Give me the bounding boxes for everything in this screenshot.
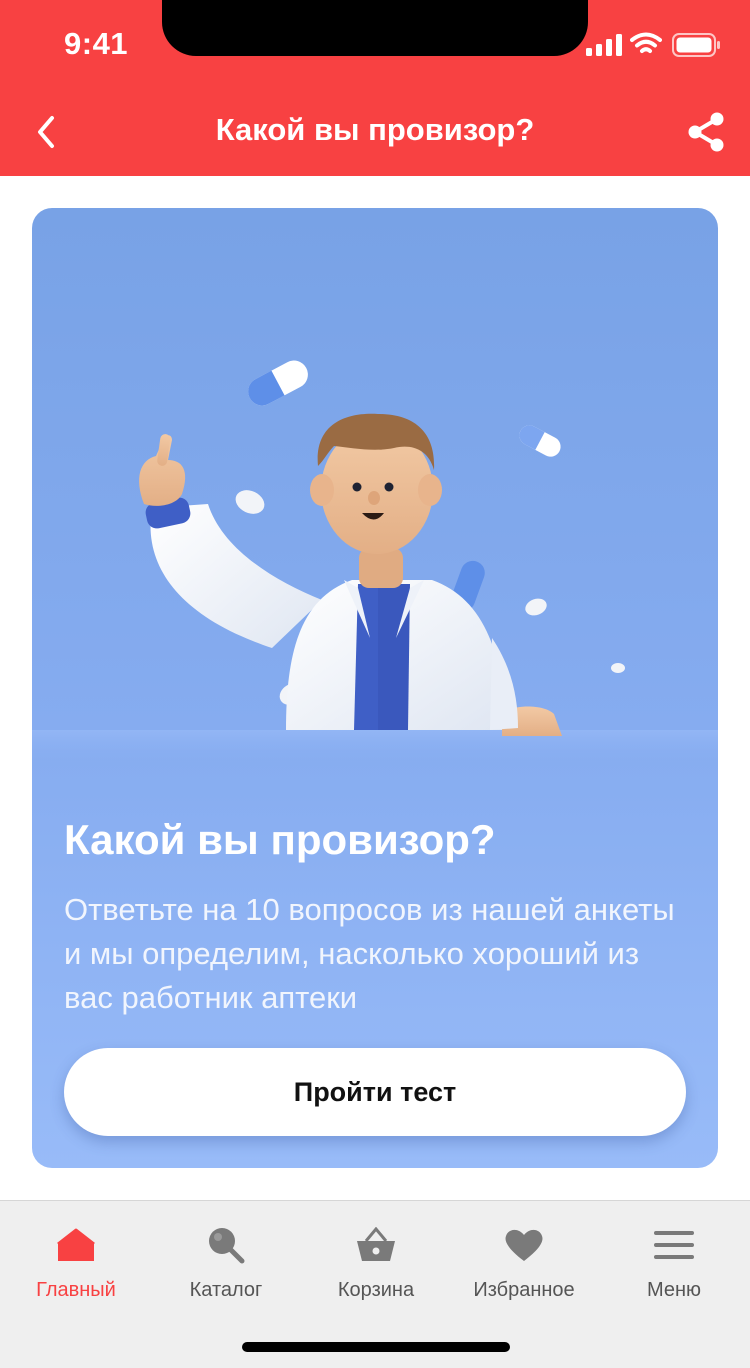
tab-catalog[interactable]: Каталог [151,1223,301,1313]
back-button[interactable] [24,104,68,160]
tab-favorites[interactable]: Избранное [449,1223,599,1313]
pill-capsule-2 [519,425,561,457]
pill-capsule-1 [248,360,308,406]
quiz-card: Какой вы провизор? Ответьте на 10 вопрос… [32,208,718,1168]
tab-menu-label: Меню [646,1279,702,1301]
tab-cart[interactable]: Корзина [301,1223,451,1313]
tab-favorites-label: Избранное [473,1279,575,1301]
start-test-button[interactable]: Пройти тест [64,1048,686,1136]
app-header: 9:41 Какой вы провизор? [0,0,750,176]
tab-cart-label: Корзина [337,1279,415,1301]
pharmacist-illustration [32,360,718,768]
tab-catalog-label: Каталог [189,1279,263,1301]
tab-menu[interactable]: Меню [599,1223,749,1313]
quiz-description: Ответьте на 10 вопросов из нашей анкеты … [64,892,675,1015]
heart-icon [502,1223,546,1267]
quiz-title: Какой вы провизор? [64,816,496,863]
tab-home-label: Главный [36,1279,116,1301]
share-button[interactable] [682,108,730,156]
cellular-signal-icon [586,34,622,56]
device-notch [162,0,588,56]
search-icon [204,1223,248,1267]
basket-icon [354,1223,398,1267]
share-icon [688,112,724,152]
home-indicator [242,1342,510,1352]
status-time: 9:41 [64,26,129,61]
page-title: Какой вы провизор? [215,112,535,147]
menu-icon [652,1223,696,1267]
chevron-left-icon [38,116,54,148]
home-icon [54,1223,98,1267]
tab-home[interactable]: Главный [1,1223,151,1313]
battery-icon [672,33,720,57]
wifi-icon [630,32,662,53]
